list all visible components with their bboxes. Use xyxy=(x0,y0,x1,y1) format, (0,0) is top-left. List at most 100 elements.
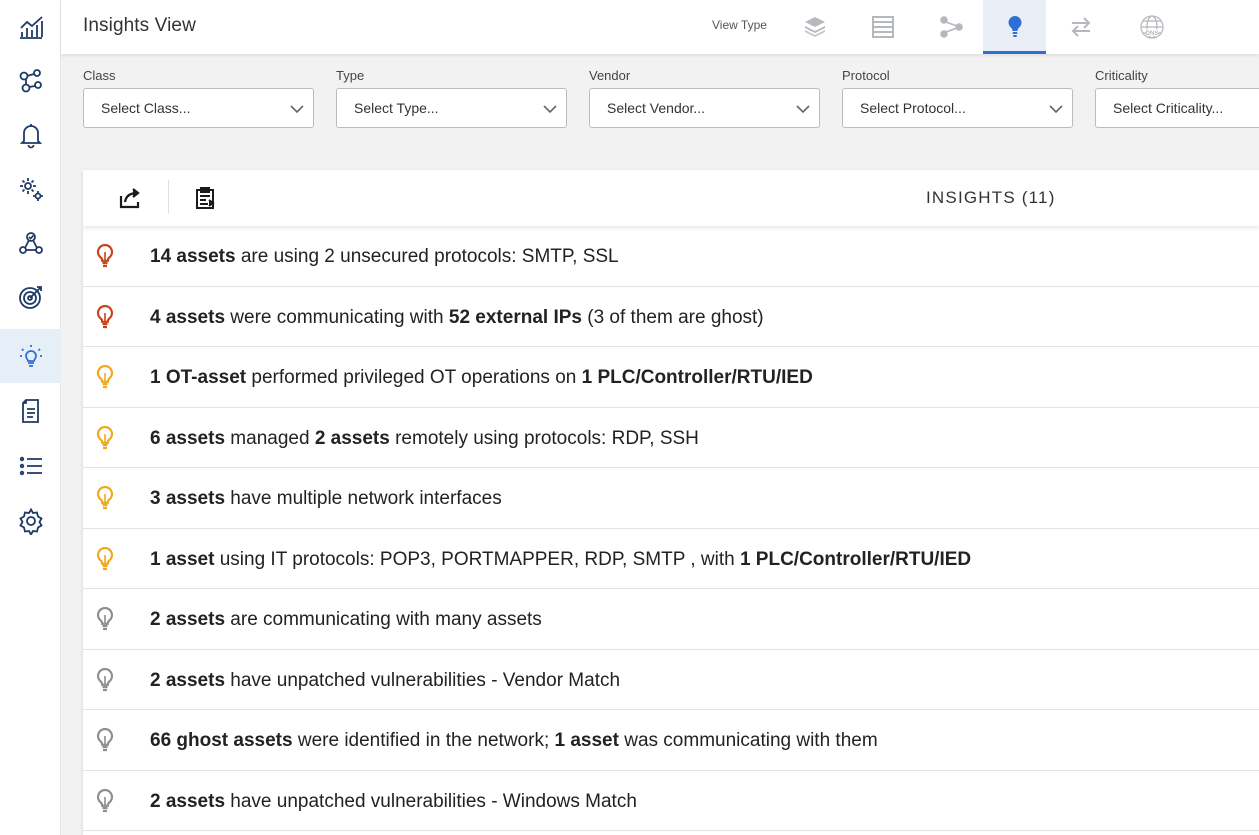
graph-icon xyxy=(939,16,963,38)
export-button[interactable] xyxy=(114,182,146,214)
select-class[interactable]: Select Class... xyxy=(83,88,314,128)
insight-row[interactable]: 2 assets have unpatched vulnerabilities … xyxy=(83,771,1259,831)
insight-row[interactable]: 1 asset using IT protocols: POP3, PORTMA… xyxy=(83,529,1259,589)
lightbulb-icon xyxy=(96,485,114,510)
dns-icon: DNS xyxy=(1139,15,1164,39)
view-type-dns-button[interactable]: DNS xyxy=(1120,0,1183,54)
sidebar-item-settings[interactable] xyxy=(0,494,61,548)
insight-highlight: 3 assets xyxy=(150,488,226,509)
exchange-icon xyxy=(1071,17,1090,37)
insight-highlight: 4 assets xyxy=(150,306,226,328)
sidebar-item-targets[interactable] xyxy=(0,270,61,324)
insight-highlight: 1 asset xyxy=(554,730,619,751)
view-type-exchange-button[interactable] xyxy=(1049,0,1112,54)
lightbulb-icon xyxy=(96,364,114,389)
lightbulb-icon xyxy=(19,345,42,367)
insight-text-part: using IT protocols: POP3, PORTMAPPER, RD… xyxy=(214,548,740,570)
select-class-placeholder: Select Class... xyxy=(101,100,191,116)
insight-text: 4 assets were communicating with 52 exte… xyxy=(150,307,764,329)
insight-text: 2 assets have unpatched vulnerabilities … xyxy=(150,670,620,692)
insight-text: 1 OT-asset performed privileged OT opera… xyxy=(150,367,813,389)
insight-text: 2 assets have unpatched vulnerabilities … xyxy=(150,791,637,813)
insight-highlight: 66 ghost assets xyxy=(150,730,293,751)
lightbulb-icon xyxy=(96,243,114,268)
view-type-graph-button[interactable] xyxy=(919,0,982,54)
gears-icon xyxy=(19,178,43,201)
sidebar-item-network[interactable] xyxy=(0,54,61,108)
table-icon xyxy=(871,16,894,38)
filter-label-protocol: Protocol xyxy=(842,68,890,83)
insight-row[interactable]: 4 assets were communicating with 52 exte… xyxy=(83,287,1259,347)
filter-class: Class Select Class... xyxy=(83,68,314,128)
insight-text-part: performed privileged OT operations on xyxy=(246,367,582,388)
view-type-table-button[interactable] xyxy=(851,0,914,54)
select-vendor[interactable]: Select Vendor... xyxy=(589,88,820,128)
chevron-down-icon xyxy=(1049,105,1063,114)
select-protocol-placeholder: Select Protocol... xyxy=(860,100,966,116)
insight-text: 14 assets are using 2 unsecured protocol… xyxy=(150,246,619,268)
insight-text-part: are communicating with many assets xyxy=(225,609,542,630)
sidebar-item-operations[interactable] xyxy=(0,162,61,216)
sidebar-item-lists[interactable] xyxy=(0,439,61,493)
lightbulb-icon xyxy=(1008,15,1021,37)
insight-row[interactable]: 2 assets are communicating with many ass… xyxy=(83,589,1259,650)
view-type-insights-button[interactable] xyxy=(983,0,1046,54)
filter-criticality: Criticality Select Criticality... xyxy=(1095,68,1259,128)
workflow-check-icon xyxy=(18,232,43,254)
lightbulb-icon xyxy=(96,788,114,812)
filter-vendor: Vendor Select Vendor... xyxy=(589,68,820,128)
insight-row[interactable]: 2 assets have unpatched vulnerabilities … xyxy=(83,650,1259,710)
filter-label-criticality: Criticality xyxy=(1095,68,1148,83)
insight-text-part: remotely using protocols: RDP, SSH xyxy=(389,427,699,449)
select-criticality[interactable]: Select Criticality... xyxy=(1095,88,1259,128)
insight-text: 3 assets have multiple network interface… xyxy=(150,488,502,510)
sidebar-item-alerts[interactable] xyxy=(0,108,61,162)
lightbulb-icon xyxy=(96,304,114,328)
insight-text-part: were communicating with xyxy=(225,306,449,328)
insight-row[interactable]: 1 OT-asset performed privileged OT opera… xyxy=(83,347,1259,408)
list-icon xyxy=(19,456,42,476)
insight-highlight: 1 OT-asset xyxy=(150,367,247,388)
settings-icon xyxy=(18,507,43,535)
view-type-layers-button[interactable] xyxy=(783,0,846,54)
sidebar-item-reports[interactable] xyxy=(0,384,61,438)
lightbulb-icon xyxy=(96,606,114,631)
network-nodes-icon xyxy=(19,69,42,93)
insight-row[interactable]: 6 assets managed 2 assets remotely using… xyxy=(83,408,1259,468)
insights-panel: INSIGHTS (11) 14 assets are using 2 unse… xyxy=(83,170,1259,835)
document-icon xyxy=(21,399,39,423)
insight-highlight: 2 assets xyxy=(150,609,226,630)
report-button[interactable] xyxy=(190,182,222,214)
insight-text: 2 assets are communicating with many ass… xyxy=(150,609,542,631)
select-type-placeholder: Select Type... xyxy=(354,100,439,116)
insight-row[interactable]: 14 assets are using 2 unsecured protocol… xyxy=(83,226,1259,287)
sidebar xyxy=(0,0,61,835)
select-type[interactable]: Select Type... xyxy=(336,88,567,128)
insight-text: 1 asset using IT protocols: POP3, PORTMA… xyxy=(150,549,971,571)
insight-text-part: were identified in the network; xyxy=(292,730,555,751)
insight-text: 66 ghost assets were identified in the n… xyxy=(150,730,878,752)
insights-title: INSIGHTS (11) xyxy=(926,188,1056,207)
insight-text-part: have unpatched vulnerabilities - Vendor … xyxy=(225,669,621,691)
insight-highlight: 6 assets xyxy=(150,427,226,449)
svg-text:DNS: DNS xyxy=(1145,31,1158,37)
filter-type: Type Select Type... xyxy=(336,68,567,128)
sidebar-item-workflow[interactable] xyxy=(0,216,61,270)
insight-highlight: 2 assets xyxy=(150,790,226,812)
insights-list: 14 assets are using 2 unsecured protocol… xyxy=(83,226,1259,831)
chevron-down-icon xyxy=(543,105,557,114)
insight-text-part: are using 2 unsecured protocols: SMTP, S… xyxy=(235,246,619,267)
insight-highlight: 1 PLC/Controller/RTU/IED xyxy=(581,367,813,388)
select-protocol[interactable]: Select Protocol... xyxy=(842,88,1073,128)
insight-row[interactable]: 3 assets have multiple network interface… xyxy=(83,468,1259,529)
layers-icon xyxy=(804,17,825,37)
insights-toolbar: INSIGHTS (11) xyxy=(83,170,1259,226)
insight-highlight: 14 assets xyxy=(150,246,236,267)
select-vendor-placeholder: Select Vendor... xyxy=(607,100,706,116)
insight-text-part: managed xyxy=(225,427,315,449)
toolbar-divider xyxy=(168,180,169,214)
sidebar-item-dashboard[interactable] xyxy=(0,0,61,54)
insight-row[interactable]: 66 ghost assets were identified in the n… xyxy=(83,710,1259,771)
sidebar-item-insights[interactable] xyxy=(0,329,61,383)
lightbulb-icon xyxy=(96,727,114,752)
